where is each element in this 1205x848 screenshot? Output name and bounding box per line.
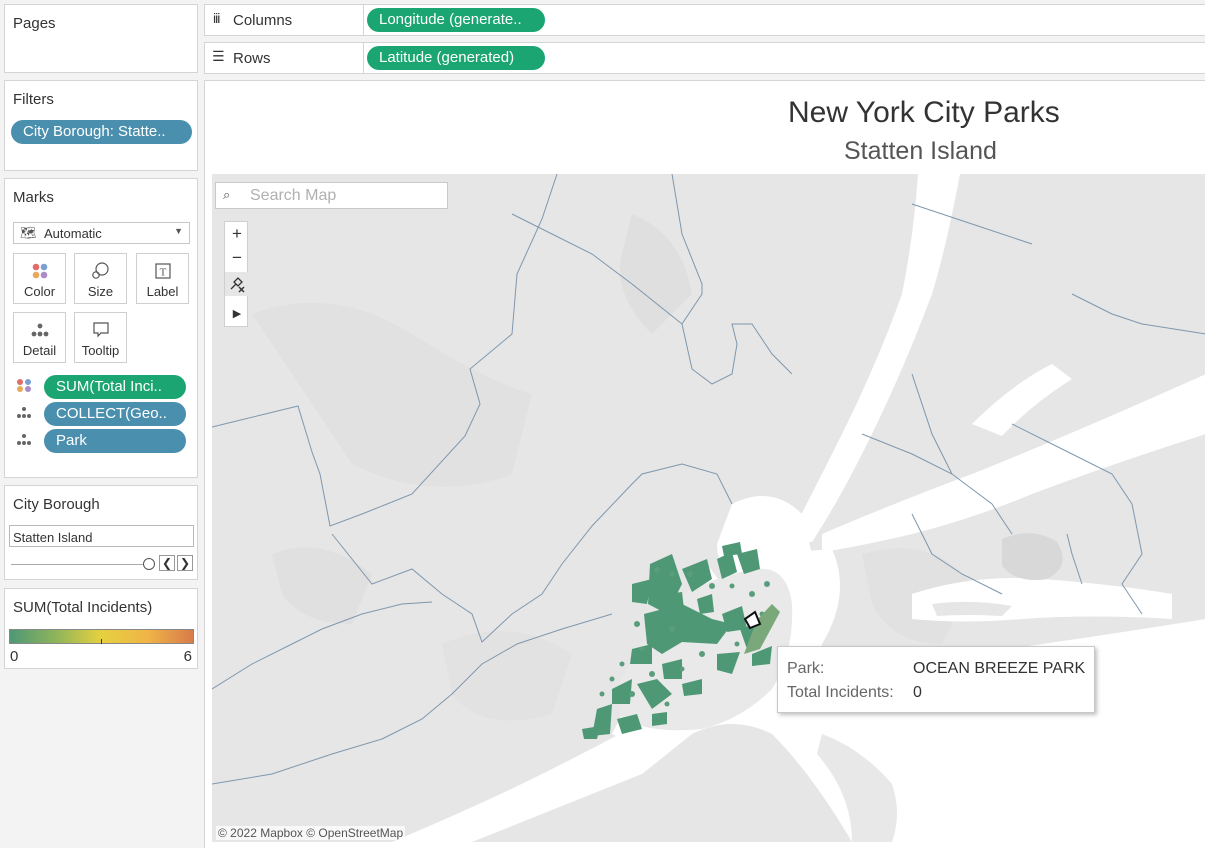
color-legend-title: SUM(Total Incidents) (13, 599, 153, 616)
columns-shelf-label: Columns (233, 12, 293, 29)
map[interactable]: ⌕ Search Map + − ▶ © 2022 Mapbox © OpenS… (212, 174, 1205, 842)
shelf-divider (363, 43, 364, 73)
reset-map-button[interactable] (225, 272, 249, 296)
color-legend-card: SUM(Total Incidents) 0 6 (4, 588, 198, 669)
marks-pill-collect-geo[interactable]: COLLECT(Geo.. (44, 402, 186, 426)
view-canvas: New York City Parks Statten Island ⌕ Sea… (204, 80, 1205, 848)
size-button[interactable]: Size (74, 253, 127, 304)
map-tooltip: Park: OCEAN BREEZE PARK Total Incidents:… (777, 646, 1095, 713)
color-icon (14, 262, 65, 280)
rows-shelf-label: Rows (233, 50, 271, 67)
map-type-icon: 🗺 (20, 225, 37, 240)
map-controls: + − ▶ (224, 221, 249, 327)
columns-pill-longitude[interactable]: Longitude (generate.. (367, 8, 545, 32)
zoom-out-button[interactable]: − (225, 246, 249, 270)
color-button-label: Color (23, 284, 56, 299)
next-value-button[interactable]: ❯ (177, 555, 193, 571)
pages-card[interactable]: Pages (4, 4, 198, 73)
size-icon (75, 262, 126, 280)
columns-shelf-icon: iii (213, 10, 220, 26)
search-icon: ⌕ (223, 187, 231, 202)
marks-title: Marks (13, 189, 54, 206)
filters-card: Filters City Borough: Statte.. (4, 80, 198, 171)
tooltip-button-label: Tooltip (81, 343, 120, 358)
columns-shelf: iii Columns Longitude (generate.. (204, 4, 1205, 36)
dropdown-caret-icon: ▼ (174, 226, 183, 236)
city-borough-slider-handle[interactable] (143, 558, 155, 570)
map-attribution[interactable]: © 2022 Mapbox © OpenStreetMap (216, 826, 406, 840)
rows-shelf-icon: ☰ (212, 48, 225, 64)
view-subtitle: Statten Island (844, 137, 997, 165)
city-borough-value-field[interactable]: Statten Island (9, 525, 194, 547)
tooltip-park-value: OCEAN BREEZE PARK (913, 660, 1086, 677)
view-title: New York City Parks (788, 96, 1060, 129)
city-borough-title: City Borough (13, 496, 100, 513)
detail-icon (14, 321, 65, 339)
mark-type-dropdown[interactable]: 🗺 Automatic ▼ (13, 222, 190, 244)
city-borough-value: Statten Island (13, 530, 93, 545)
staten-island-parks-layer (582, 542, 780, 739)
city-borough-card: City Borough Statten Island ❮ ❯ (4, 485, 198, 580)
mark-type-value: Automatic (44, 226, 102, 241)
detail-encoding-icon-2 (17, 434, 31, 445)
marks-pill-park[interactable]: Park (44, 429, 186, 453)
detail-encoding-icon (17, 407, 31, 418)
unpin-map-icon (230, 277, 245, 293)
tooltip-incidents-value: 0 (913, 684, 922, 701)
label-button-label: Label (146, 284, 179, 299)
label-button[interactable]: T Label (136, 253, 189, 304)
pages-title: Pages (13, 15, 56, 32)
tooltip-incidents-label: Total Incidents: (787, 684, 894, 701)
svg-text:T: T (159, 267, 166, 279)
marks-card: Marks 🗺 Automatic ▼ Color Size T Label D… (4, 178, 198, 478)
color-legend-min: 0 (10, 648, 19, 665)
color-button[interactable]: Color (13, 253, 66, 304)
expand-toolbar-button[interactable]: ▶ (225, 302, 249, 326)
tooltip-park-label: Park: (787, 660, 825, 677)
color-legend-midpoint-tick (101, 639, 102, 644)
color-encoding-icon (17, 379, 31, 392)
tooltip-button[interactable]: Tooltip (74, 312, 127, 363)
city-borough-slider-track[interactable] (11, 564, 151, 565)
map-search-input[interactable]: Search Map (250, 187, 336, 205)
previous-value-button[interactable]: ❮ (159, 555, 175, 571)
detail-button[interactable]: Detail (13, 312, 66, 363)
zoom-in-button[interactable]: + (225, 222, 249, 246)
filters-title: Filters (13, 91, 54, 108)
marks-pill-sum-incidents[interactable]: SUM(Total Inci.. (44, 375, 186, 399)
color-legend-max: 6 (183, 648, 192, 665)
rows-pill-latitude[interactable]: Latitude (generated) (367, 46, 545, 70)
detail-button-label: Detail (22, 343, 57, 358)
shelf-divider (363, 5, 364, 35)
rows-shelf: ☰ Rows Latitude (generated) (204, 42, 1205, 74)
filter-pill-city-borough[interactable]: City Borough: Statte.. (11, 120, 192, 144)
tooltip-icon (75, 321, 126, 339)
size-button-label: Size (87, 284, 114, 299)
map-search-box[interactable]: ⌕ Search Map (215, 182, 448, 209)
label-icon: T (137, 262, 188, 280)
